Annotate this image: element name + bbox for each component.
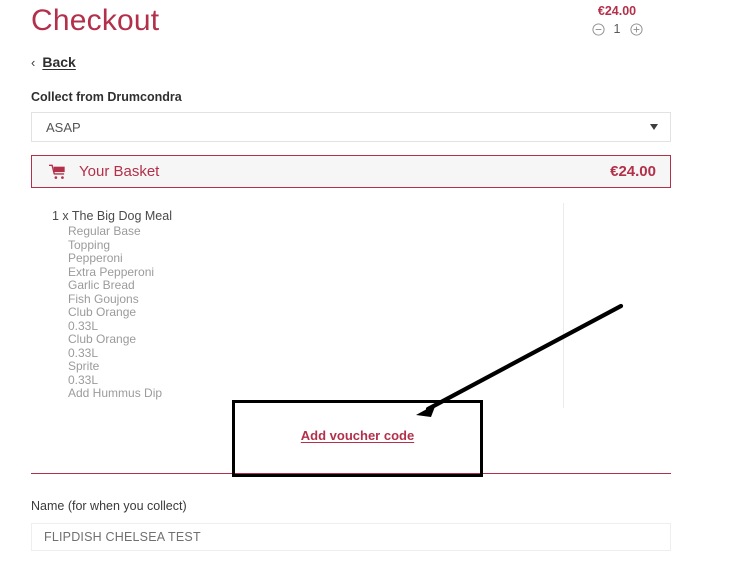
basket-item-option: 0.33L [68, 318, 99, 333]
basket-title: Your Basket [79, 163, 160, 180]
basket-item-option: Garlic Bread [68, 278, 135, 292]
add-voucher-code-link[interactable]: Add voucher code [232, 428, 483, 443]
basket-item-option: Club Orange [68, 332, 137, 346]
shopping-cart-icon [49, 164, 65, 179]
basket-item-option: 0.33L [68, 345, 99, 360]
basket-item-option: Topping [68, 237, 111, 252]
basket-item-option: Regular Base [68, 224, 141, 238]
basket-item-price: €24.00 [597, 4, 637, 18]
basket-item-title: 1 x The Big Dog Meal [52, 209, 172, 223]
basket-item-option: Pepperoni [68, 251, 123, 265]
basket-item-option: Fish Goujons [68, 291, 139, 306]
quantity-value: 1 [613, 22, 621, 36]
basket-vertical-divider [563, 203, 564, 408]
circle-plus-icon[interactable] [629, 22, 643, 36]
basket-item-option: Add Hummus Dip [68, 386, 163, 400]
basket-item-option: 0.33L [68, 372, 99, 387]
basket-item-option: Sprite [68, 359, 100, 373]
basket-header[interactable]: Your Basket €24.00 [31, 155, 671, 188]
basket-total: €24.00 [610, 163, 656, 180]
section-divider [31, 473, 671, 474]
name-input[interactable]: FLIPDISH CHELSEA TEST [31, 523, 671, 551]
basket-body: 1 x The Big Dog Meal Regular Base Toppin… [31, 205, 671, 410]
chevron-down-icon [650, 124, 658, 130]
collection-time-value: ASAP [46, 119, 81, 135]
basket-item-option: Club Orange [68, 305, 137, 319]
basket-item: 1 x The Big Dog Meal Regular Base Toppin… [52, 208, 382, 401]
circle-minus-icon[interactable] [591, 22, 605, 36]
collect-from-label: Collect from Drumcondra [31, 90, 182, 104]
collection-time-select[interactable]: ASAP [31, 112, 671, 142]
chevron-left-icon: ‹ [31, 54, 36, 70]
back-link-label: Back [42, 54, 76, 70]
checkout-page: Checkout ‹ Back Collect from Drumcondra … [0, 0, 740, 563]
name-field-label: Name (for when you collect) [31, 499, 187, 513]
quantity-stepper: 1 [563, 22, 671, 36]
basket-item-price-block: €24.00 1 [563, 3, 671, 36]
basket-item-option: Extra Pepperoni [68, 264, 155, 279]
back-link[interactable]: ‹ Back [31, 52, 671, 72]
name-input-value: FLIPDISH CHELSEA TEST [44, 530, 201, 544]
